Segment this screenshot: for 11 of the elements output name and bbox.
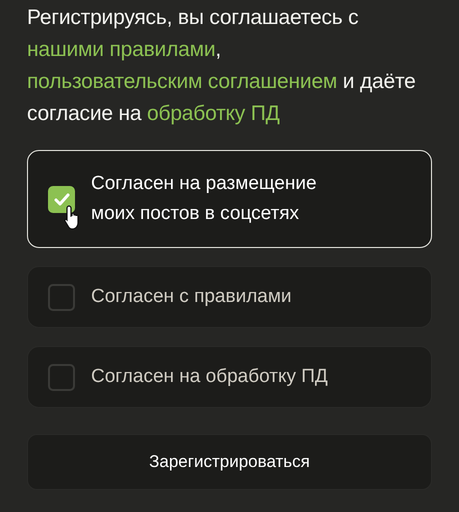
link[interactable]: нашими правилами bbox=[27, 38, 216, 61]
link[interactable]: обработку ПД bbox=[147, 102, 280, 125]
link[interactable]: пользовательским соглашением bbox=[27, 70, 338, 93]
consent-option[interactable]: Согласен на обработку ПД bbox=[27, 346, 432, 408]
checkbox[interactable] bbox=[48, 364, 75, 390]
consent-option[interactable]: Согласен с правилами bbox=[27, 266, 432, 328]
consent-option[interactable]: Согласен на размещение моих постов в соцсетях bbox=[27, 150, 432, 248]
checkmark-icon bbox=[54, 192, 70, 206]
register-button[interactable]: Зарегистрироваться bbox=[27, 434, 432, 490]
consent-paragraph: Регистрируясь, вы соглашаетесь с нашими правилами, пользовательским соглашением и даёте согласие на обработку ПД bbox=[27, 5, 417, 127]
checkbox[interactable] bbox=[48, 284, 75, 310]
